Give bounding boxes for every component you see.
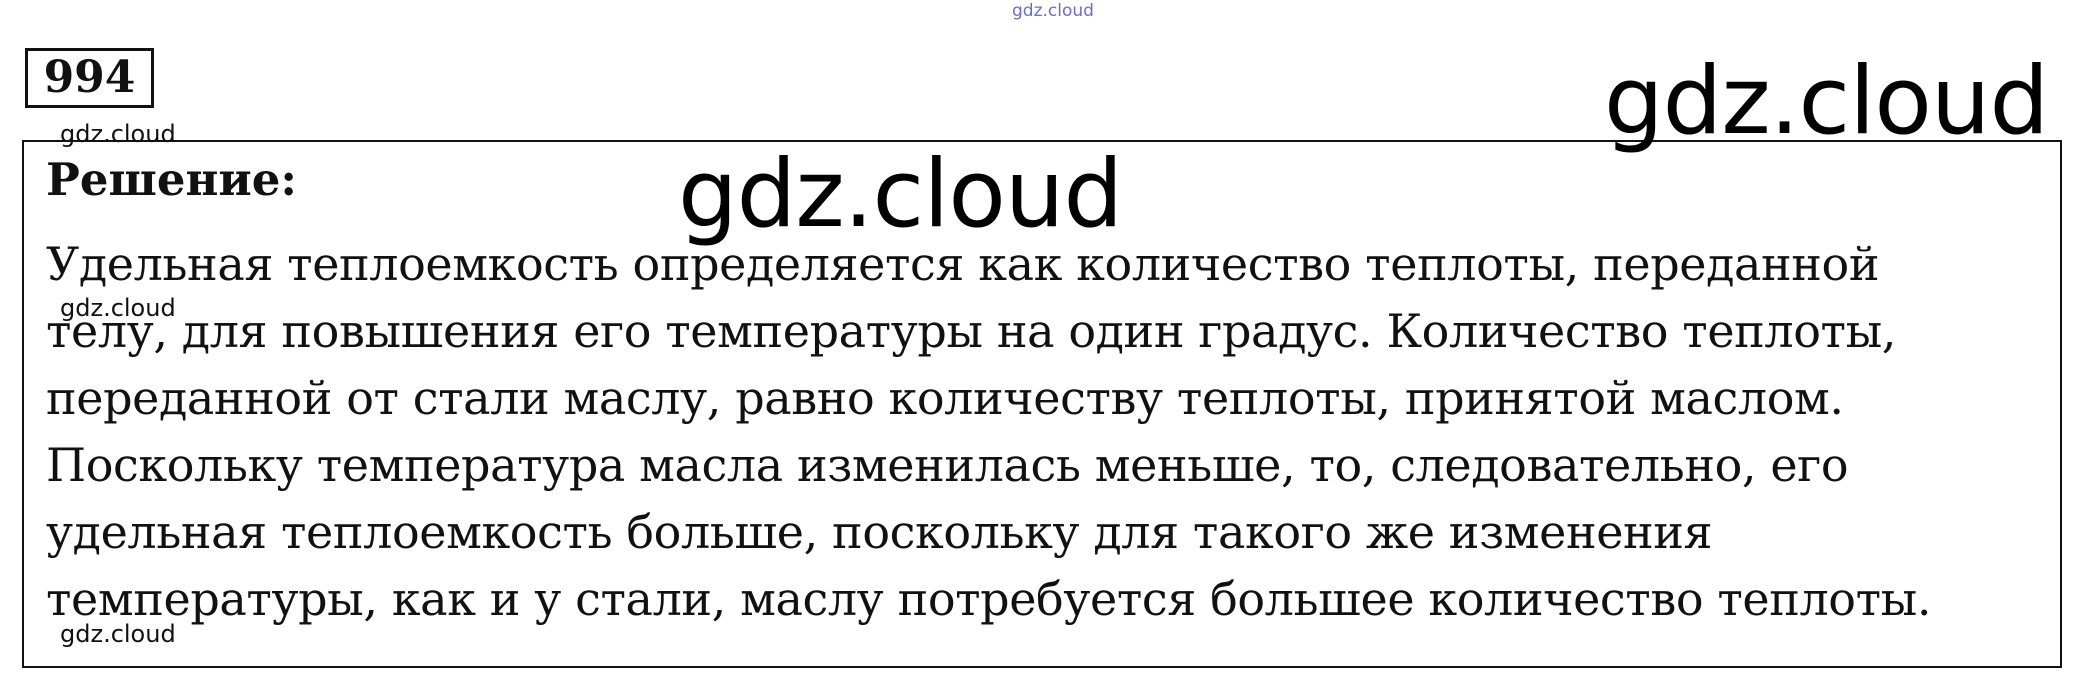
watermark-top: gdz.cloud — [1012, 1, 1094, 21]
solution-title: Решение: — [46, 153, 298, 206]
solution-line: переданной от стали маслу, равно количес… — [46, 371, 1844, 425]
solution-line: температуры, как и у стали, маслу потреб… — [46, 572, 1932, 626]
solution-line: Поскольку температура масла изменилась м… — [46, 438, 1849, 492]
watermark-small: gdz.cloud — [60, 120, 176, 148]
watermark-small: gdz.cloud — [60, 620, 176, 648]
watermark-small: gdz.cloud — [60, 294, 176, 322]
task-number: 994 — [25, 48, 154, 108]
solution-line: удельная теплоемкость больше, поскольку … — [46, 505, 1713, 559]
watermark-large: gdz.cloud — [1604, 47, 2049, 156]
watermark-large: gdz.cloud — [678, 140, 1123, 249]
solution-line: телу, для повышения его температуры на о… — [46, 304, 1897, 358]
